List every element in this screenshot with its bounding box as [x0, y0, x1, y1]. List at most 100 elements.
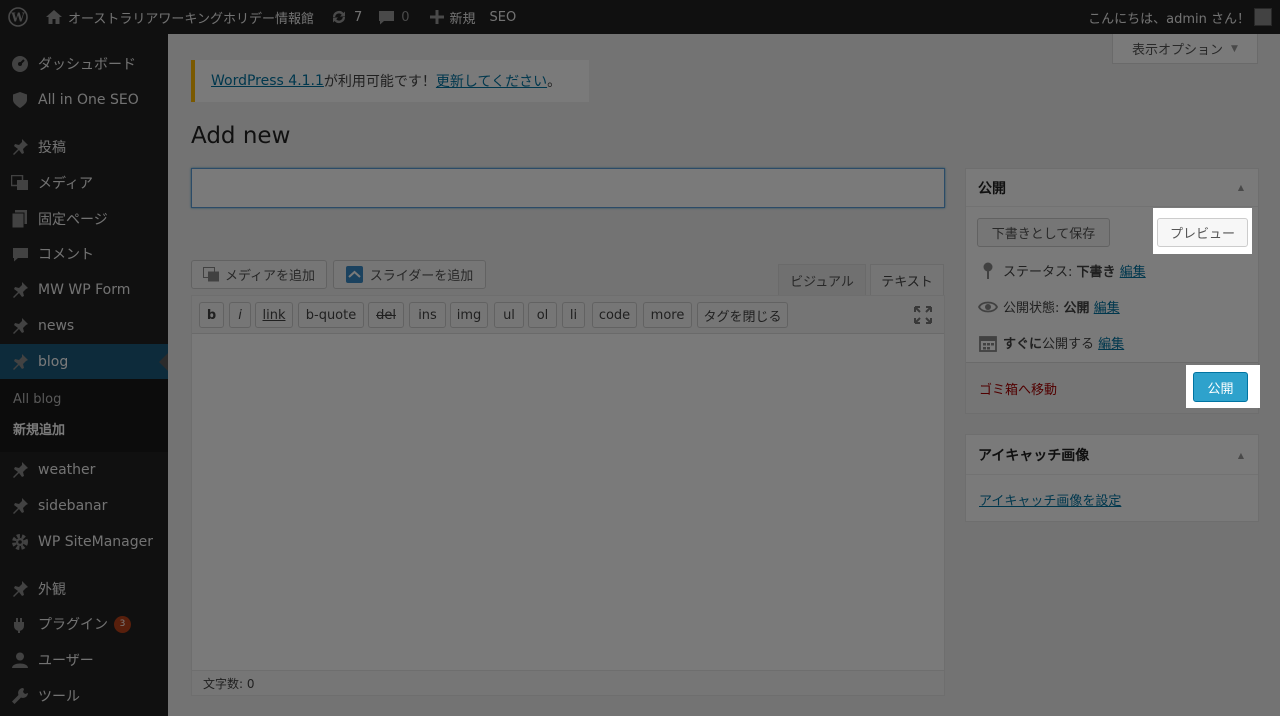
move-to-trash-link[interactable]: ゴミ箱へ移動	[979, 379, 1057, 398]
pin-icon	[10, 137, 30, 157]
eye-icon	[977, 301, 999, 313]
avatar	[1254, 8, 1272, 26]
add-media-label: メディアを追加	[224, 269, 316, 284]
calendar-icon	[977, 334, 999, 352]
sidebar-item-投稿[interactable]: 投稿	[0, 129, 168, 165]
save-draft-button[interactable]: 下書きとして保存	[977, 218, 1110, 247]
schedule-label: すぐに	[1003, 337, 1043, 352]
site-name-link[interactable]: オーストラリアワーキングホリデー情報館	[36, 0, 322, 34]
dashboard-icon	[10, 54, 30, 74]
sidebar-item-all-in-one-seo[interactable]: All in One SEO	[0, 82, 168, 118]
screen-options-button[interactable]: 表示オプション ▼	[1112, 34, 1258, 64]
wordpress-version-link[interactable]: WordPress 4.1.1	[211, 73, 324, 89]
quicktag-i-button[interactable]: i	[229, 302, 251, 328]
featured-image-header[interactable]: アイキャッチ画像 ▲	[966, 435, 1258, 475]
sidebar-item-label: WP SiteManager	[38, 534, 153, 550]
submenu-add-new[interactable]: 新規追加	[13, 419, 65, 438]
seo-link[interactable]: SEO	[484, 0, 525, 34]
sidebar-item-news[interactable]: news	[0, 308, 168, 344]
tab-text[interactable]: テキスト	[870, 264, 944, 295]
plus-icon	[429, 10, 444, 24]
collapse-arrow-icon[interactable]: ▲	[1238, 183, 1244, 192]
wordpress-logo-icon[interactable]: W	[0, 0, 36, 34]
publish-box-header[interactable]: 公開 ▲	[966, 169, 1258, 207]
quicktag-del-button[interactable]: del	[368, 302, 404, 328]
submenu-all-blog[interactable]: All blog	[13, 392, 61, 407]
sidebar-item-blog[interactable]: blog	[0, 344, 168, 380]
fullscreen-icon[interactable]	[914, 306, 932, 324]
notice-end: 。	[547, 74, 562, 90]
editor-textarea[interactable]	[192, 335, 944, 669]
featured-image-title: アイキャッチ画像	[978, 447, 1090, 464]
comments-link[interactable]: 0	[370, 0, 417, 34]
shield-icon	[10, 90, 30, 110]
tab-visual[interactable]: ビジュアル	[778, 264, 866, 295]
comments-count: 0	[401, 9, 410, 25]
wrench-icon	[10, 686, 30, 706]
quicktag-close-tags-button[interactable]: タグを閉じる	[697, 302, 788, 328]
quicktag-ins-button[interactable]: ins	[409, 302, 446, 328]
updates-count: 7	[353, 9, 363, 25]
visibility-edit-link[interactable]: 編集	[1094, 297, 1120, 316]
publish-button[interactable]: 公開	[1193, 372, 1248, 402]
brush-icon	[10, 579, 30, 599]
sidebar-item-外観[interactable]: 外観	[0, 571, 168, 607]
comment-icon	[378, 10, 395, 25]
preview-button[interactable]: プレビュー	[1157, 218, 1248, 247]
sidebar-item-mw-wp-form[interactable]: MW WP Form	[0, 272, 168, 308]
comment-icon	[10, 244, 30, 264]
sidebar-item-weather[interactable]: weather	[0, 452, 168, 488]
quicktag-img-button[interactable]: img	[450, 302, 488, 328]
add-media-button[interactable]: メディアを追加	[191, 260, 327, 289]
quicktag-b-button[interactable]: b	[199, 302, 224, 328]
collapse-arrow-icon[interactable]: ▲	[1238, 451, 1244, 460]
updates-link[interactable]: 7	[322, 0, 370, 34]
sidebar-item-ツール[interactable]: ツール	[0, 678, 168, 714]
pin-icon	[10, 280, 30, 300]
sidebar-item-label: news	[38, 318, 75, 334]
word-count: 文字数: 0	[192, 670, 944, 695]
sidebar-item-wp-sitemanager[interactable]: WP SiteManager	[0, 524, 168, 560]
pin-icon	[10, 496, 30, 516]
quicktag-more-button[interactable]: more	[643, 302, 692, 328]
sidebar-item-label: 外観	[38, 582, 66, 598]
quicktag-ul-button[interactable]: ul	[494, 302, 524, 328]
quicktag-li-button[interactable]: li	[562, 302, 585, 328]
page-title: Add new	[191, 123, 291, 149]
my-account[interactable]: こんにちは、admin さん！	[1088, 0, 1280, 34]
update-count-badge: 3	[114, 615, 131, 633]
sidebar-item-label: メディア	[38, 176, 94, 192]
status-edit-link[interactable]: 編集	[1120, 261, 1146, 280]
pin-icon	[10, 316, 30, 336]
sidebar-item-label: All in One SEO	[38, 92, 139, 108]
sidebar-item-コメント[interactable]: コメント	[0, 236, 168, 272]
sidebar-item-ユーザー[interactable]: ユーザー	[0, 642, 168, 678]
pin-icon	[977, 262, 999, 280]
sidebar-item-メディア[interactable]: メディア	[0, 165, 168, 201]
schedule-edit-link[interactable]: 編集	[1098, 333, 1124, 352]
home-icon	[46, 10, 62, 24]
quicktag-link-button[interactable]: link	[255, 302, 293, 328]
set-featured-image-link[interactable]: アイキャッチ画像を設定	[979, 490, 1121, 509]
update-now-link[interactable]: 更新してください	[436, 71, 547, 91]
quicktag-ol-button[interactable]: ol	[528, 302, 557, 328]
sidebar-item-プラグイン[interactable]: プラグイン 3	[0, 606, 168, 642]
new-content-link[interactable]: 新規	[418, 0, 484, 34]
sidebar-item-固定ページ[interactable]: 固定ページ	[0, 201, 168, 237]
sidebar-item-label: sidebanar	[38, 498, 108, 514]
quicktag-b-quote-button[interactable]: b-quote	[298, 302, 364, 328]
sidebar-item-sidebanar[interactable]: sidebanar	[0, 488, 168, 524]
visibility-label: 公開状態:	[1003, 301, 1060, 316]
site-name: オーストラリアワーキングホリデー情報館	[68, 11, 314, 27]
quicktags-toolbar: b i link b-quote del ins img ul ol li code more タグを閉…	[192, 296, 944, 334]
schedule-row: すぐに 公開する 編集	[977, 333, 1124, 352]
caret-down-icon: ▼	[1231, 43, 1238, 54]
sidebar-item-ダッシュボード[interactable]: ダッシュボード	[0, 46, 168, 82]
add-slider-button[interactable]: スライダーを追加	[333, 260, 486, 289]
admin-sidebar: ダッシュボード All in One SEO 投稿メディア固定ページ コメント MW W…	[0, 34, 168, 716]
post-title-input[interactable]	[191, 168, 945, 208]
update-notice: WordPress 4.1.1 が利用可能です！ 更新してください 。	[191, 60, 589, 102]
pin-icon	[10, 352, 30, 372]
notice-text: が利用可能です！	[323, 74, 436, 90]
quicktag-code-button[interactable]: code	[592, 302, 637, 328]
